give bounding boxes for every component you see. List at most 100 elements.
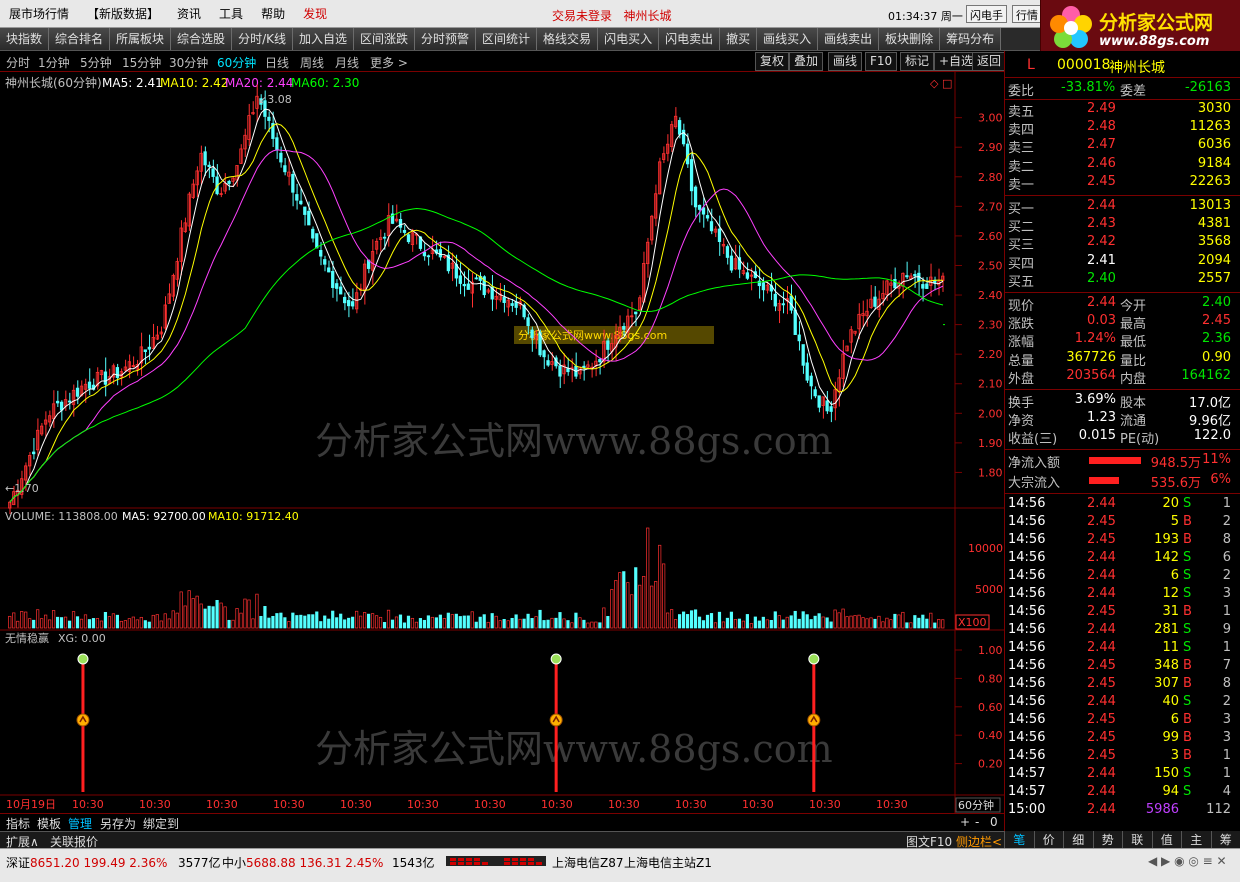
toolbar-button-1[interactable]: 综合排名 <box>49 28 111 50</box>
right-tab-0[interactable]: 笔 <box>1004 831 1034 848</box>
bid-row: 买一 2.44 13013 <box>1005 198 1240 217</box>
stat-label: 换手 <box>1008 396 1035 411</box>
volume-bar <box>291 612 295 629</box>
f10-button[interactable]: F10 <box>865 52 898 71</box>
sz-index[interactable]: 深证8651.20 199.49 2.36% <box>6 854 167 871</box>
toolbar-button-4[interactable]: 分时/K线 <box>232 28 293 50</box>
period-tab-4[interactable]: 30分钟 <box>169 54 208 71</box>
tick-row: 14:56 2.45 99 B 3 <box>1005 730 1240 748</box>
period-tab-0[interactable]: 分时 <box>6 54 30 71</box>
stat-label: 流通 <box>1120 414 1147 430</box>
tick-volume: 94 <box>1162 784 1179 799</box>
tab-bind-to[interactable]: 绑定到 <box>143 815 179 832</box>
menu-help[interactable]: 帮助 <box>252 5 294 22</box>
zx-label: 中小 <box>222 856 247 870</box>
bid-volume: 3568 <box>1197 234 1231 250</box>
candle-body <box>275 137 279 151</box>
main-legend-name: 神州长城(60分钟) <box>5 75 102 90</box>
tick-direction: S <box>1183 640 1192 655</box>
zx-index[interactable]: 中小5688.88 136.31 2.45% <box>222 854 383 871</box>
toolbar-button-6[interactable]: 区间涨跌 <box>354 28 416 50</box>
right-tab-7[interactable]: 筹 <box>1210 831 1240 848</box>
period-tab-9[interactable]: 更多 > <box>370 54 408 71</box>
mark-button[interactable]: 标记 <box>900 52 935 71</box>
overlay-button[interactable]: 叠加 <box>789 52 824 71</box>
tab-indicator[interactable]: 指标 <box>6 815 30 832</box>
candle-body <box>382 236 387 239</box>
flash-trade-button[interactable]: 闪电手 <box>966 5 1007 23</box>
quote-button[interactable]: 行情 <box>1012 5 1042 23</box>
period-tab-7[interactable]: 周线 <box>300 54 324 71</box>
menu-tools[interactable]: 工具 <box>210 5 252 22</box>
right-tab-2[interactable]: 细 <box>1063 831 1093 848</box>
right-tab-1[interactable]: 价 <box>1033 831 1064 848</box>
period-label: 60分钟 <box>958 798 994 812</box>
period-tab-3[interactable]: 15分钟 <box>122 54 161 71</box>
candle-body <box>502 296 506 303</box>
volume-bar <box>490 613 494 629</box>
volume-bar <box>367 613 371 629</box>
toolbar-button-12[interactable]: 撤买 <box>720 28 758 50</box>
right-tab-3[interactable]: 势 <box>1092 831 1123 848</box>
menu-new-data[interactable]: 【新版数据】 <box>78 5 168 22</box>
tick-price: 2.44 <box>1087 802 1116 817</box>
toolbar-button-0[interactable]: 块指数 <box>0 28 50 50</box>
menu-discover[interactable]: 发现 <box>294 5 336 22</box>
server-2[interactable]: 上海电信主站Z1 <box>624 854 712 871</box>
tick-volume: 142 <box>1154 550 1179 565</box>
menu-news[interactable]: 资讯 <box>168 5 210 22</box>
period-tab-2[interactable]: 5分钟 <box>80 54 112 71</box>
kline-chart[interactable]: 神州长城(60分钟) MA5: 2.41 MA10: 2.42 MA20: 2.… <box>0 72 1004 813</box>
watermark-main: 分析家公式网www.88gs.com <box>315 419 833 463</box>
period-tab-8[interactable]: 月线 <box>335 54 359 71</box>
tab-save-as[interactable]: 另存为 <box>100 815 136 832</box>
stat-value: 2.36 <box>1202 331 1231 347</box>
toolbar-button-16[interactable]: 筹码分布 <box>940 28 1002 50</box>
bid-volume: 13013 <box>1189 198 1231 213</box>
candle-body <box>351 301 355 307</box>
toolbar-button-3[interactable]: 综合选股 <box>171 28 233 50</box>
tick-count: 1 <box>1222 640 1231 655</box>
period-tab-5[interactable]: 60分钟 <box>217 54 256 71</box>
server-1[interactable]: 上海电信Z87 <box>552 854 624 871</box>
zoom-plus-icon[interactable]: + <box>960 815 970 829</box>
tab-template[interactable]: 模板 <box>37 815 61 832</box>
right-tab-6[interactable]: 主 <box>1181 831 1211 848</box>
volume-bar <box>319 621 323 629</box>
volume-bar <box>701 620 706 629</box>
adjust-button[interactable]: 复权 <box>755 52 790 71</box>
right-tab-5[interactable]: 值 <box>1151 831 1182 848</box>
toolbar-button-5[interactable]: 加入自选 <box>292 28 354 50</box>
square-icon: □ <box>942 77 952 90</box>
candle-body <box>893 278 897 289</box>
volume-bar <box>227 619 231 629</box>
toolbar-button-9[interactable]: 格线交易 <box>537 28 599 50</box>
status-icons[interactable]: ◀ ▶ ◉ ◎ ≡ ✕ <box>1148 854 1227 868</box>
period-tab-6[interactable]: 日线 <box>265 54 289 71</box>
period-tab-1[interactable]: 1分钟 <box>38 54 70 71</box>
zoom-reset-icon[interactable]: 0 <box>990 815 998 829</box>
volume-bar <box>502 619 506 629</box>
draw-button[interactable]: 画线 <box>828 52 863 71</box>
toolbar-button-13[interactable]: 画线买入 <box>757 28 819 50</box>
toolbar-button-10[interactable]: 闪电买入 <box>598 28 660 50</box>
menu-market[interactable]: 展市场行情 <box>0 5 78 22</box>
toolbar-button-7[interactable]: 分时预警 <box>415 28 477 50</box>
volume-bar <box>893 613 897 629</box>
price-axis-label: 1.90 <box>978 437 1003 450</box>
toolbar-button-14[interactable]: 画线卖出 <box>818 28 880 50</box>
tick-price: 2.45 <box>1087 532 1116 547</box>
back-button[interactable]: 返回 <box>972 52 1007 71</box>
right-tab-4[interactable]: 联 <box>1122 831 1152 848</box>
toolbar-button-2[interactable]: 所属板块 <box>110 28 172 50</box>
toolbar-button-15[interactable]: 板块删除 <box>879 28 941 50</box>
ask-label: 卖四 <box>1008 123 1035 139</box>
ask-volume: 22263 <box>1189 173 1231 189</box>
tick-time: 14:56 <box>1008 568 1046 583</box>
toolbar-button-8[interactable]: 区间统计 <box>476 28 538 50</box>
zoom-minus-icon[interactable]: - <box>975 815 979 829</box>
tab-manage[interactable]: 管理 <box>68 815 92 832</box>
tick-volume: 193 <box>1154 532 1179 547</box>
volume-bar <box>522 618 526 629</box>
toolbar-button-11[interactable]: 闪电卖出 <box>659 28 721 50</box>
